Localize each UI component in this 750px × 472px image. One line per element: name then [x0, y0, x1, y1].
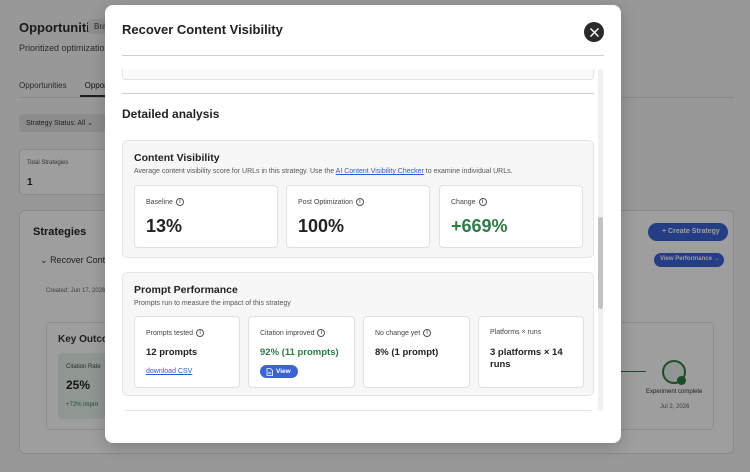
modal-scroll-content[interactable]: Detailed analysis Content Visibility Ave… [122, 69, 598, 411]
document-icon [266, 367, 273, 376]
no-change-label-row: No change yet i [375, 329, 432, 337]
platforms-runs-label: Platforms × runs [490, 329, 542, 336]
info-icon[interactable]: i [355, 198, 364, 206]
baseline-value: 13% [146, 216, 183, 236]
post-optimization-value: 100% [298, 216, 345, 236]
prompts-tested-value: 12 prompts [146, 347, 198, 358]
platforms-runs-metric: Platforms × runs 3 platforms × 14 runs [478, 316, 584, 388]
desc-text-before: Average content visibility score for URL… [134, 168, 336, 175]
prompts-tested-label-row: Prompts tested i [146, 329, 205, 337]
info-icon[interactable]: i [175, 198, 184, 206]
detailed-analysis-heading: Detailed analysis [122, 107, 220, 121]
section-divider [122, 93, 594, 94]
platforms-runs-value: 3 platforms × 14 runs [490, 347, 563, 370]
change-value: +669% [451, 216, 508, 236]
close-button[interactable] [584, 22, 604, 42]
citation-improved-value: 92% (11 prompts) [260, 347, 339, 358]
citation-improved-metric: Citation improved i 92% (11 prompts) View [248, 316, 355, 388]
recover-content-visibility-modal: Recover Content Visibility Detailed anal… [105, 5, 621, 443]
no-change-value: 8% (1 prompt) [375, 347, 439, 358]
prompt-performance-card: Prompt Performance Prompts run to measur… [122, 272, 594, 396]
next-section-card [122, 410, 594, 411]
info-icon[interactable]: i [317, 329, 326, 337]
content-visibility-card: Content Visibility Average content visib… [122, 140, 594, 258]
info-icon[interactable]: i [478, 198, 487, 206]
no-change-metric: No change yet i 8% (1 prompt) [363, 316, 470, 388]
no-change-label: No change yet [375, 329, 421, 337]
modal-title: Recover Content Visibility [122, 22, 283, 37]
content-visibility-description: Average content visibility score for URL… [134, 168, 513, 175]
prompt-performance-title: Prompt Performance [134, 284, 238, 296]
baseline-metric: Baseline i 13% [134, 185, 278, 248]
ai-content-visibility-checker-link[interactable]: AI Content Visibility Checker [336, 168, 424, 175]
content-visibility-title: Content Visibility [134, 152, 220, 164]
prompt-performance-description: Prompts run to measure the impact of thi… [134, 300, 291, 307]
citation-improved-label-row: Citation improved i [260, 329, 326, 337]
download-csv-link[interactable]: download CSV [146, 368, 192, 375]
info-icon[interactable]: i [196, 329, 205, 337]
post-optimization-label-row: Post Optimization i [298, 198, 364, 206]
modal-scrollbar[interactable] [598, 69, 603, 411]
scrollbar-thumb[interactable] [598, 217, 603, 309]
change-label-row: Change i [451, 198, 487, 206]
previous-section-card [122, 69, 594, 80]
desc-text-after: to examine individual URLs. [423, 168, 513, 175]
info-icon[interactable]: i [423, 329, 432, 337]
view-button[interactable]: View [260, 365, 298, 378]
post-optimization-metric: Post Optimization i 100% [286, 185, 430, 248]
prompts-tested-metric: Prompts tested i 12 prompts download CSV [134, 316, 240, 388]
citation-improved-label: Citation improved [260, 329, 315, 337]
prompts-tested-label: Prompts tested [146, 329, 194, 337]
modal-header-divider [122, 55, 604, 56]
view-button-label: View [276, 368, 291, 375]
change-label: Change [451, 198, 476, 206]
platforms-runs-label-row: Platforms × runs [490, 329, 541, 336]
baseline-label-row: Baseline i [146, 198, 184, 206]
post-optimization-label: Post Optimization [298, 198, 353, 206]
change-metric: Change i +669% [439, 185, 583, 248]
close-icon [589, 27, 599, 37]
baseline-label: Baseline [146, 198, 173, 206]
